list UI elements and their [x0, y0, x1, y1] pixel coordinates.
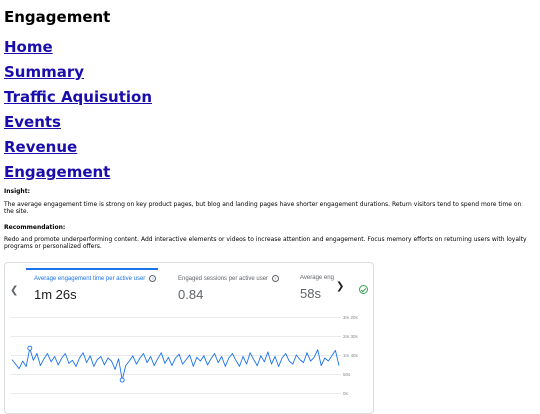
nav-link-traffic-aquisution[interactable]: Traffic Aquisution: [4, 88, 152, 106]
series-line: [11, 347, 340, 381]
nav-link-home[interactable]: Home: [4, 38, 53, 56]
nav-link-events[interactable]: Events: [4, 113, 61, 131]
engagement-line-chart: [11, 345, 340, 383]
recommendation-text: Redo and promote underperforming content…: [4, 236, 527, 250]
nav-link-revenue[interactable]: Revenue: [4, 138, 77, 156]
insight-text: The average engagement time is strong on…: [4, 201, 522, 215]
recommendation-heading: Recommendation:: [4, 224, 66, 231]
page-title: Engagement: [4, 8, 111, 26]
nav-link-engagement[interactable]: Engagement: [4, 163, 110, 181]
data-point-marker[interactable]: [119, 377, 125, 383]
data-point-marker[interactable]: [27, 345, 33, 351]
insight-heading: Insight:: [4, 188, 30, 195]
nav-link-summary[interactable]: Summary: [4, 63, 84, 81]
metrics-card: ❮ Average engagement time per active use…: [4, 262, 374, 414]
